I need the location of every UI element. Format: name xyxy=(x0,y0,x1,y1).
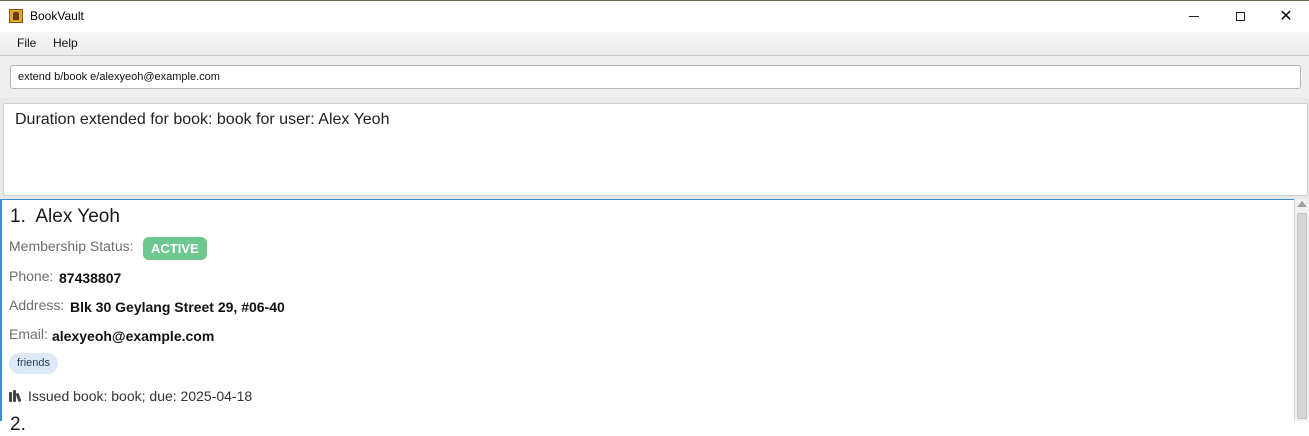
phone-value: 87438807 xyxy=(59,270,122,286)
result-message: Duration extended for book: book for use… xyxy=(15,111,390,128)
minimize-icon xyxy=(1189,15,1199,17)
menu-help[interactable]: Help xyxy=(53,36,78,50)
person-name: Alex Yeoh xyxy=(35,206,120,227)
tag-friends: friends xyxy=(9,353,59,374)
address-value: Blk 30 Geylang Street 29, #06-40 xyxy=(70,299,285,315)
email-value: alexyeoh@example.com xyxy=(52,328,215,344)
person-list[interactable]: 1. Alex Yeoh Membership Status: ACTIVE P… xyxy=(0,199,1309,435)
person-name-heading: 1. Alex Yeoh xyxy=(10,206,120,228)
membership-status-badge: ACTIVE xyxy=(143,237,207,260)
menu-file[interactable]: File xyxy=(17,36,36,50)
close-button[interactable]: ✕ xyxy=(1263,1,1309,31)
next-person-card-partial[interactable]: 2. xyxy=(10,414,36,436)
person-card[interactable]: 1. Alex Yeoh Membership Status: ACTIVE P… xyxy=(2,200,1292,422)
issued-book-line: Issued book: book; due: 2025-04-18 xyxy=(9,388,252,404)
email-label: Email: xyxy=(9,326,48,342)
person-list-scrollbar[interactable] xyxy=(1294,199,1309,421)
command-box-area xyxy=(0,56,1309,98)
command-input[interactable] xyxy=(10,65,1301,89)
window-title: BookVault xyxy=(30,9,84,23)
scroll-thumb[interactable] xyxy=(1297,213,1307,419)
phone-label: Phone: xyxy=(9,268,54,284)
maximize-button[interactable] xyxy=(1217,1,1263,31)
issued-book-text: Issued book: book; due: 2025-04-18 xyxy=(28,388,253,404)
result-display[interactable]: Duration extended for book: book for use… xyxy=(3,103,1308,196)
menu-bar: File Help xyxy=(0,32,1309,56)
close-icon: ✕ xyxy=(1279,6,1293,25)
app-logo-icon xyxy=(9,9,23,23)
result-display-area: Duration extended for book: book for use… xyxy=(0,98,1309,199)
maximize-icon xyxy=(1235,11,1245,21)
address-label: Address: xyxy=(9,297,65,313)
person-index: 1. xyxy=(10,206,26,227)
books-icon xyxy=(9,390,25,403)
membership-label: Membership Status: xyxy=(9,238,134,254)
title-bar: BookVault ✕ xyxy=(0,0,1309,32)
minimize-button[interactable] xyxy=(1171,1,1217,31)
scroll-up-arrow-icon[interactable] xyxy=(1297,201,1307,207)
